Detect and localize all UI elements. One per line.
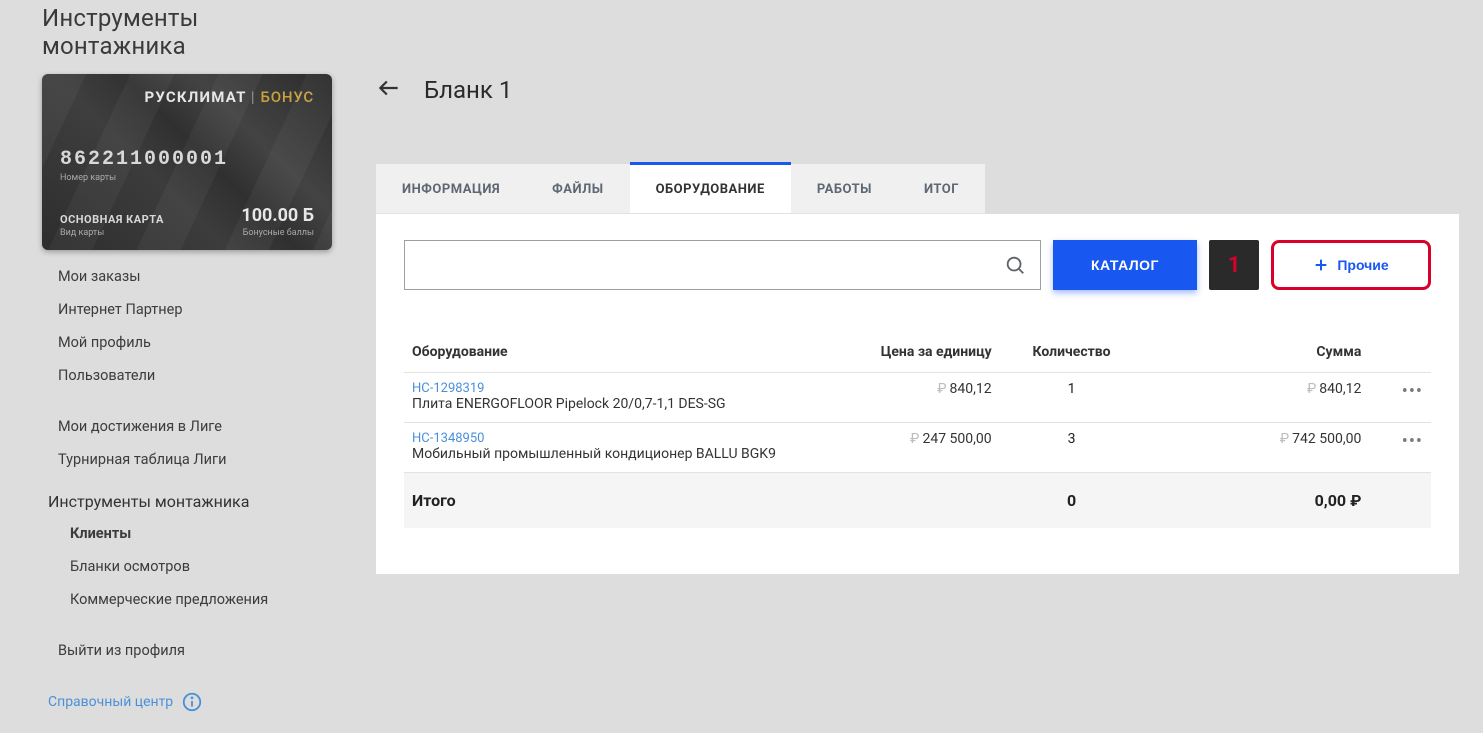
total-sum: 0,00 ₽ [1143,473,1369,529]
nav-item-partner[interactable]: Интернет Партнер [0,293,340,326]
nav-spacer-2 [0,616,340,634]
row-sku[interactable]: НС-1348950 [412,431,827,446]
search-icon [1004,254,1026,276]
row-menu-button[interactable]: ••• [1402,381,1423,402]
th-unit-price: Цена за единицу [835,334,999,373]
card-brand-sep: | [251,88,260,106]
nav-item-orders[interactable]: Мои заказы [0,260,340,293]
nav-group-1: Мои заказы Интернет Партнер Мой профиль … [0,260,340,667]
add-other-button[interactable]: Прочие [1271,240,1431,290]
tabs: ИНФОРМАЦИЯ ФАЙЛЫ ОБОРУДОВАНИЕ РАБОТЫ ИТО… [376,164,985,214]
table-row: НС-1298319 Плита ENERGOFLOOR Pipelock 20… [404,373,1431,423]
equipment-table: Оборудование Цена за единицу Количество … [404,334,1431,528]
table-row: НС-1348950 Мобильный промышленный кондиц… [404,423,1431,473]
tab-equipment[interactable]: ОБОРУДОВАНИЕ [630,164,791,213]
tab-panel: КАТАЛОГ 1 Прочие Оборудование Цена за ед… [376,214,1459,574]
row-menu-button[interactable]: ••• [1402,431,1423,452]
sidebar-title: Инструменты монтажника [42,4,340,60]
plus-icon [1313,257,1329,273]
card-type-label: Вид карты [60,228,164,238]
th-qty: Количество [1000,334,1144,373]
total-qty: 0 [1000,473,1144,529]
tab-works[interactable]: РАБОТЫ [791,164,898,213]
nav-item-inspection-forms[interactable]: Бланки осмотров [0,550,340,583]
table-total-row: Итого 0 0,00 ₽ [404,473,1431,529]
card-brand: РУСКЛИМАТ | БОНУС [60,88,314,106]
nav-section-tools: Инструменты монтажника [0,476,340,517]
card-brand-main: РУСКЛИМАТ [144,88,246,106]
loyalty-card: РУСКЛИМАТ | БОНУС 862211000001 Номер кар… [42,74,332,250]
row-sum: 742 500,00 [1292,431,1361,447]
nav-item-profile[interactable]: Мой профиль [0,326,340,359]
info-icon [181,691,203,713]
sidebar: Инструменты монтажника РУСКЛИМАТ | БОНУС… [0,0,340,733]
row-sku[interactable]: НС-1298319 [412,381,827,396]
card-number: 862211000001 [60,148,314,171]
row-unit-price: 840,12 [950,381,992,397]
total-label: Итого [404,473,835,529]
search-input[interactable] [419,256,1004,275]
main: Бланк 1 ИНФОРМАЦИЯ ФАЙЛЫ ОБОРУДОВАНИЕ РА… [340,0,1483,614]
catalog-button[interactable]: КАТАЛОГ [1053,240,1197,290]
row-qty: 3 [1000,423,1144,473]
row-qty: 1 [1000,373,1144,423]
help-link-label: Справочный центр [48,694,173,710]
card-balance-label: Бонусные баллы [241,228,314,238]
row-unit-price: 247 500,00 [922,431,991,447]
add-other-label: Прочие [1337,257,1388,273]
nav-item-achievements[interactable]: Мои достижения в Лиге [0,410,340,443]
row-sum: 840,12 [1319,381,1361,397]
ruble-icon: ₽ [1307,381,1316,397]
row-desc: Мобильный промышленный кондиционер BALLU… [412,446,827,462]
th-sum: Сумма [1143,334,1369,373]
page-header: Бланк 1 [376,0,1459,120]
tab-files[interactable]: ФАЙЛЫ [526,164,629,213]
page-title: Бланк 1 [424,76,512,104]
annotation-step-1: 1 [1209,240,1259,290]
nav-spacer [0,392,340,410]
nav-item-clients[interactable]: Клиенты [0,517,340,550]
nav-item-users[interactable]: Пользователи [0,359,340,392]
action-row: КАТАЛОГ 1 Прочие [404,240,1431,290]
card-balance: 100.00 Б [241,205,314,226]
help-link[interactable]: Справочный центр [0,667,340,713]
arrow-left-icon [376,75,402,101]
ruble-icon: ₽ [910,431,919,447]
search-wrap [404,240,1041,290]
ruble-icon: ₽ [937,381,946,397]
card-brand-sub: БОНУС [261,88,314,106]
row-desc: Плита ENERGOFLOOR Pipelock 20/0,7-1,1 DE… [412,396,827,412]
ruble-icon: ₽ [1280,431,1289,447]
tab-info[interactable]: ИНФОРМАЦИЯ [376,164,526,213]
back-button[interactable] [376,75,402,105]
nav-item-logout[interactable]: Выйти из профиля [0,634,340,667]
card-number-label: Номер карты [60,173,314,183]
card-type: ОСНОВНАЯ КАРТА [60,213,164,226]
th-equipment: Оборудование [404,334,835,373]
nav-item-offers[interactable]: Коммерческие предложения [0,583,340,616]
tab-total[interactable]: ИТОГ [898,164,985,213]
nav-item-leaderboard[interactable]: Турнирная таблица Лиги [0,443,340,476]
